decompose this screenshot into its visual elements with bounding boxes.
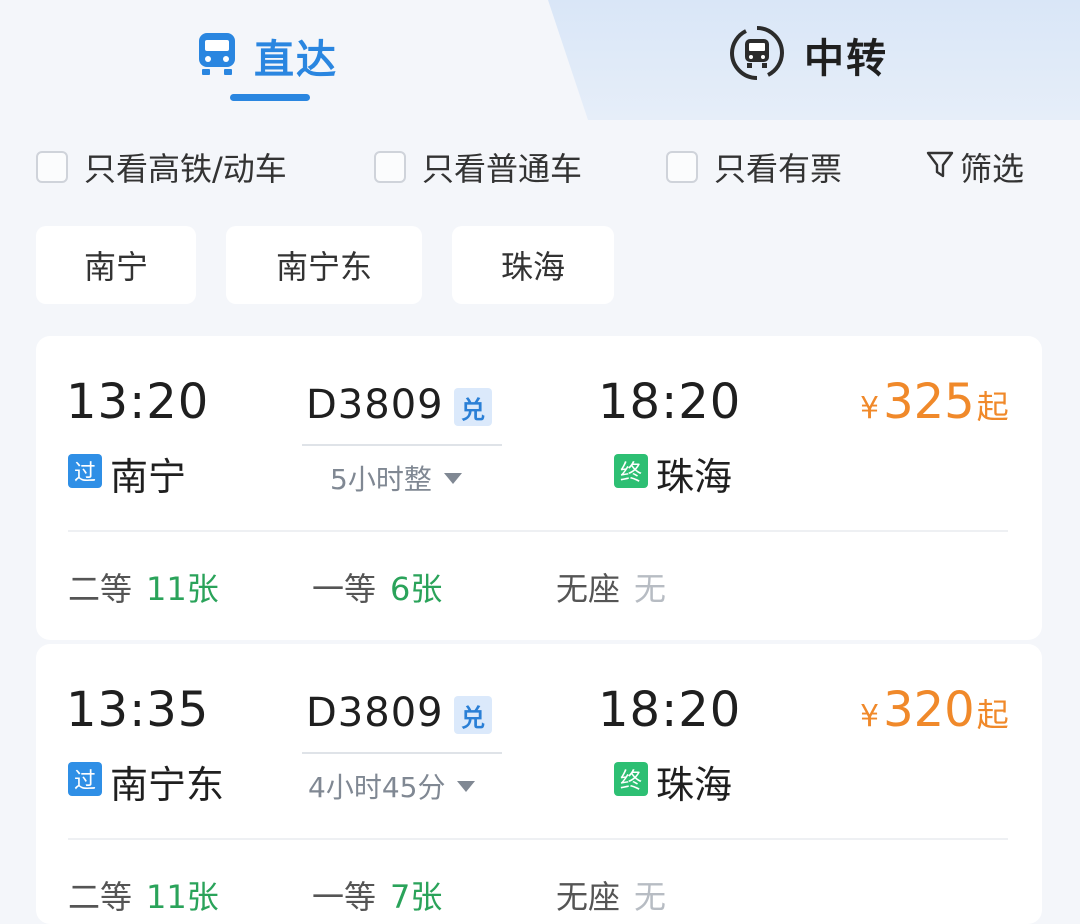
train-card[interactable]: 13:20 D3809 兑 18:20 ¥ 325 起 5小时整 过 南宁 终 … (36, 336, 1042, 640)
train-number: D3809 (306, 690, 444, 736)
checkbox-label: 只看有票 (714, 150, 843, 188)
train-number: D3809 (306, 382, 444, 428)
seat-count: 7张 (390, 878, 443, 916)
normal-train-only-checkbox[interactable]: 只看普通车 (374, 140, 582, 194)
seat-name: 二等 (68, 878, 133, 916)
seat-name: 无座 (556, 878, 621, 916)
duration-text: 4小时45分 (308, 771, 446, 804)
price: ¥ 320 起 (860, 682, 1009, 738)
tab-transfer-label: 中转 (804, 36, 888, 82)
price: ¥ 325 起 (860, 374, 1009, 430)
seat-name: 一等 (312, 878, 377, 916)
seat-first-class: 一等 6张 (312, 564, 442, 610)
train-card[interactable]: 13:35 D3809 兑 18:20 ¥ 320 起 4小时45分 过 南宁东… (36, 644, 1042, 924)
station-chip-zhuhai[interactable]: 珠海 (452, 226, 614, 304)
high-speed-only-checkbox[interactable]: 只看高铁/动车 (36, 140, 287, 194)
price-currency: ¥ (860, 699, 880, 734)
terminal-station-tag: 终 (614, 454, 648, 488)
caret-down-icon (443, 472, 462, 484)
station-chip-nanning-east[interactable]: 南宁东 (226, 226, 422, 304)
seat-name: 二等 (68, 570, 133, 608)
checkbox-box (666, 151, 698, 183)
price-value: 320 (883, 682, 975, 738)
tab-direct-label: 直达 (254, 37, 338, 83)
available-only-checkbox[interactable]: 只看有票 (666, 140, 842, 194)
filter-button[interactable]: 筛选 (926, 140, 1024, 194)
redeem-badge: 兑 (454, 388, 492, 426)
duration-text: 5小时整 (330, 463, 432, 496)
duration-divider (302, 752, 502, 754)
seat-count: 11张 (146, 570, 219, 608)
pass-station-tag: 过 (68, 762, 102, 796)
seat-count: 11张 (146, 878, 219, 916)
seat-count: 6张 (390, 570, 443, 608)
seat-second-class: 二等 11张 (68, 564, 219, 610)
duration-toggle[interactable]: 5小时整 (330, 458, 462, 498)
tab-bar: 直达 中转 (0, 0, 1080, 120)
seat-no-seat: 无座 无 (556, 564, 666, 610)
seat-count: 无 (634, 878, 667, 916)
seat-count: 无 (634, 570, 667, 608)
checkbox-label: 只看普通车 (422, 150, 583, 188)
price-value: 325 (883, 374, 975, 430)
terminal-station-tag: 终 (614, 762, 648, 796)
arrive-time: 18:20 (598, 682, 742, 738)
duration-divider (302, 444, 502, 446)
card-divider (68, 530, 1008, 532)
tab-direct[interactable]: 直达 (196, 28, 338, 84)
caret-down-icon (457, 780, 476, 792)
to-station: 珠海 (656, 455, 733, 499)
checkbox-box (36, 151, 68, 183)
redeem-badge: 兑 (454, 696, 492, 734)
price-currency: ¥ (860, 391, 880, 426)
price-suffix: 起 (976, 696, 1009, 734)
pass-station-tag: 过 (68, 454, 102, 488)
price-suffix: 起 (976, 388, 1009, 426)
depart-time: 13:35 (66, 682, 210, 738)
transfer-icon (728, 24, 786, 86)
seat-name: 无座 (556, 570, 621, 608)
train-icon (196, 31, 238, 81)
to-station: 珠海 (656, 763, 733, 807)
filter-button-label: 筛选 (960, 150, 1025, 188)
seat-no-seat: 无座 无 (556, 872, 666, 918)
seat-first-class: 一等 7张 (312, 872, 442, 918)
filter-row: 只看高铁/动车 只看普通车 只看有票 筛选 (0, 140, 1080, 194)
tab-transfer[interactable]: 中转 (728, 26, 888, 84)
seat-name: 一等 (312, 570, 377, 608)
station-chip-nanning[interactable]: 南宁 (36, 226, 196, 304)
seat-second-class: 二等 11张 (68, 872, 219, 918)
depart-time: 13:20 (66, 374, 210, 430)
duration-toggle[interactable]: 4小时45分 (308, 766, 476, 806)
active-tab-indicator (230, 94, 310, 101)
arrive-time: 18:20 (598, 374, 742, 430)
checkbox-box (374, 151, 406, 183)
funnel-icon (926, 150, 954, 184)
from-station: 南宁东 (110, 763, 225, 807)
card-divider (68, 838, 1008, 840)
from-station: 南宁 (110, 455, 187, 499)
checkbox-label: 只看高铁/动车 (84, 150, 287, 188)
